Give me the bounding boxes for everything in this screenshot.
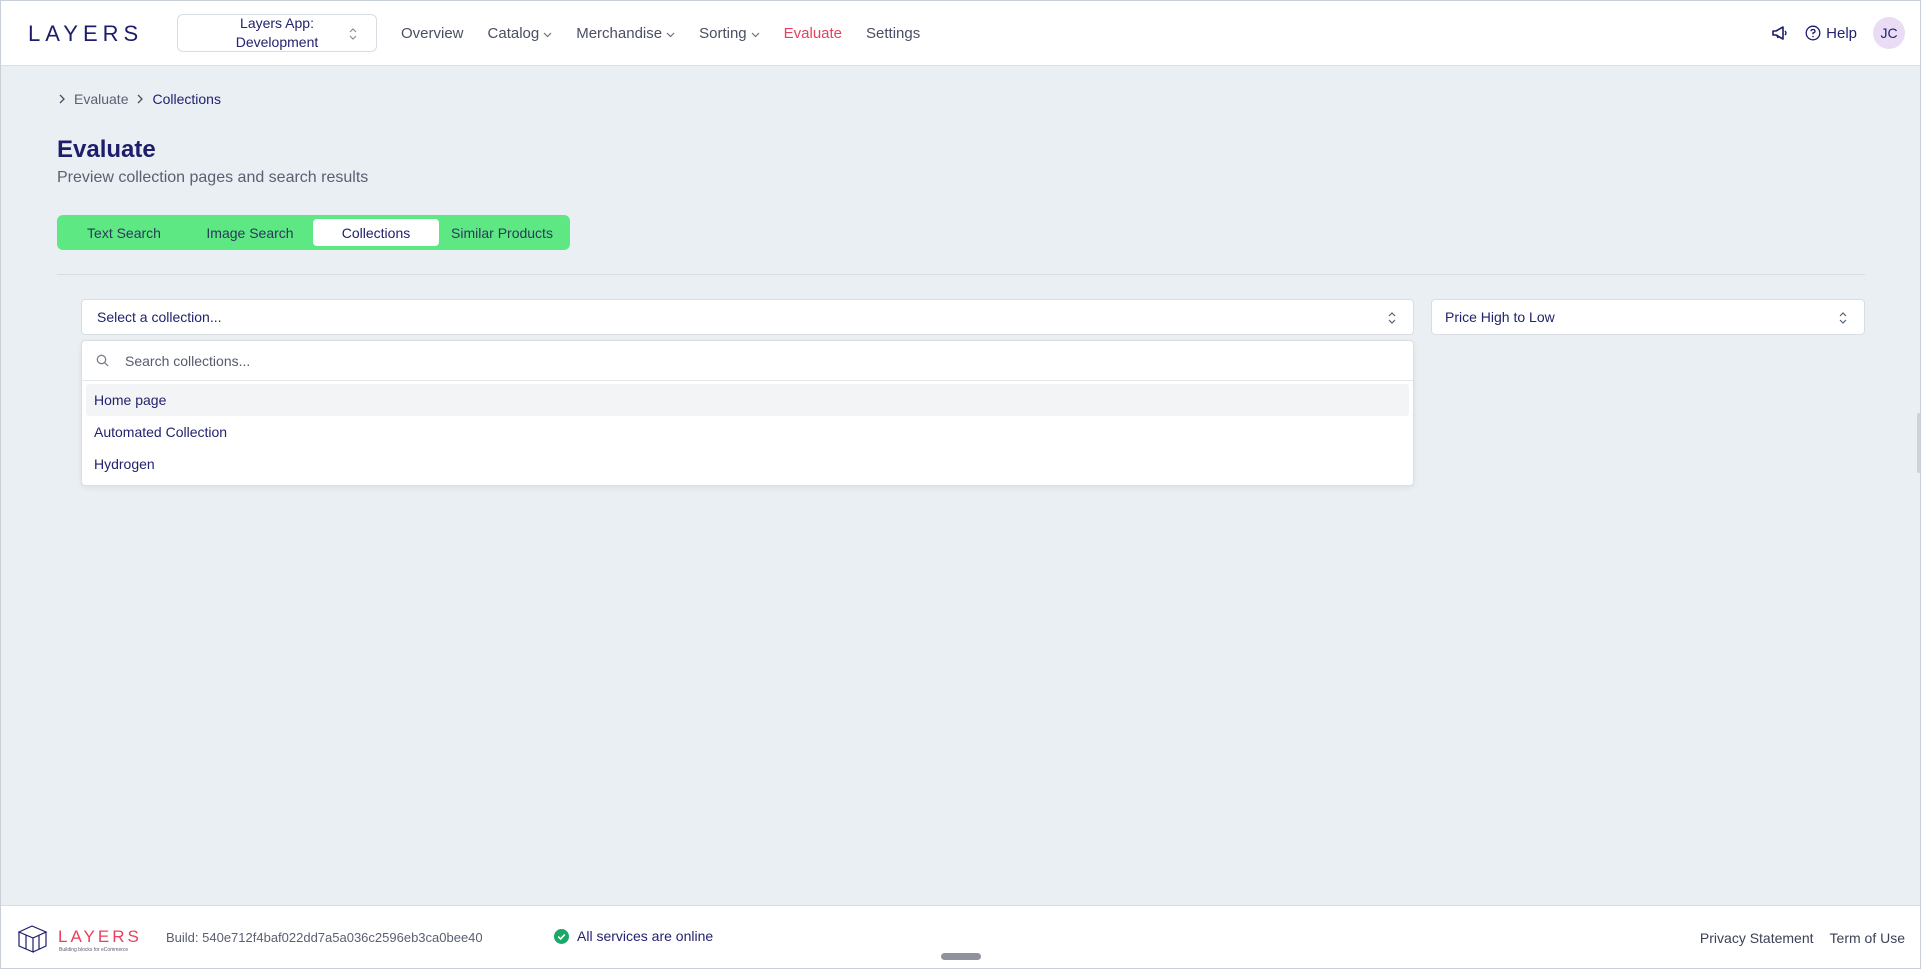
service-status: All services are online [554,928,713,944]
tab-image-search[interactable]: Image Search [187,219,313,246]
check-circle-icon [554,928,569,944]
collection-select[interactable]: Select a collection... [81,299,1414,335]
collection-options-list: Home page Automated Collection Hydrogen [82,381,1413,483]
nav-merchandise[interactable]: Merchandise [576,25,675,42]
chevron-up-down-icon [1839,312,1847,324]
page-title: Evaluate [57,136,156,163]
top-navigation-bar: LAYERS Layers App: Development Overview … [0,0,1921,66]
chevron-down-icon [666,32,675,37]
nav-settings[interactable]: Settings [866,25,920,42]
breadcrumb-collections: Collections [152,91,221,107]
tab-similar-products[interactable]: Similar Products [439,219,565,246]
collection-dropdown: Home page Automated Collection Hydrogen [81,340,1414,486]
search-icon [96,354,109,367]
collection-search-row [82,341,1413,381]
top-right-actions: Help JC [1771,0,1905,66]
nav-sorting[interactable]: Sorting [699,25,760,42]
service-status-text: All services are online [577,928,714,944]
question-circle-icon [1805,25,1821,41]
chevron-up-down-icon [349,28,357,40]
tab-collections[interactable]: Collections [313,219,439,246]
nav-evaluate[interactable]: Evaluate [784,25,842,42]
footer-links: Privacy Statement Term of Use [1700,930,1905,946]
help-button[interactable]: Help [1805,25,1857,42]
chevron-right-icon [138,94,144,104]
section-divider [57,274,1865,275]
tab-text-search[interactable]: Text Search [61,219,187,246]
breadcrumb: Evaluate Collections [58,91,221,107]
app-environment-switcher[interactable]: Layers App: Development [177,14,377,52]
svg-text:LAYERS: LAYERS [28,21,143,46]
resize-handle[interactable] [941,953,981,960]
sort-order-value: Price High to Low [1445,309,1555,325]
layers-logo[interactable]: LAYERS [28,20,150,46]
nav-sorting-label: Sorting [699,24,747,42]
app-switcher-label: Layers App: Development [235,15,319,50]
side-panel-handle[interactable] [1917,413,1921,473]
collection-select-placeholder: Select a collection... [97,309,222,325]
build-hash: Build: 540e712f4baf022dd7a5a036c2596eb3c… [166,930,483,945]
main-nav: Overview Catalog Merchandise Sorting Eva… [401,0,944,66]
nav-merchandise-label: Merchandise [576,24,663,42]
collection-search-input[interactable] [125,352,1325,369]
collection-option-automated-collection[interactable]: Automated Collection [86,416,1409,448]
breadcrumb-evaluate[interactable]: Evaluate [74,91,128,107]
nav-overview-label: Overview [401,24,464,42]
nav-settings-label: Settings [866,24,921,42]
megaphone-icon[interactable] [1771,25,1789,41]
svg-text:Building blocks for eCommerce: Building blocks for eCommerce [59,947,128,953]
privacy-statement-link[interactable]: Privacy Statement [1700,930,1814,946]
sort-order-select[interactable]: Price High to Low [1431,299,1865,335]
layers-footer-logo: LAYERS Building blocks for eCommerce [17,925,142,953]
nav-catalog[interactable]: Catalog [488,25,553,42]
chevron-right-icon [59,94,65,104]
collection-option-home-page[interactable]: Home page [86,384,1409,416]
user-avatar[interactable]: JC [1873,17,1905,49]
evaluate-tabs: Text Search Image Search Collections Sim… [57,215,570,250]
help-label: Help [1826,24,1857,42]
nav-overview[interactable]: Overview [401,25,464,42]
nav-catalog-label: Catalog [487,24,540,42]
terms-of-use-link[interactable]: Term of Use [1830,930,1905,946]
svg-text:LAYERS: LAYERS [58,927,142,946]
chevron-down-icon [543,32,552,37]
nav-evaluate-label: Evaluate [783,24,843,42]
chevron-up-down-icon [1388,312,1396,324]
page-subtitle: Preview collection pages and search resu… [57,169,369,186]
chevron-down-icon [751,32,760,37]
collection-option-hydrogen[interactable]: Hydrogen [86,448,1409,480]
